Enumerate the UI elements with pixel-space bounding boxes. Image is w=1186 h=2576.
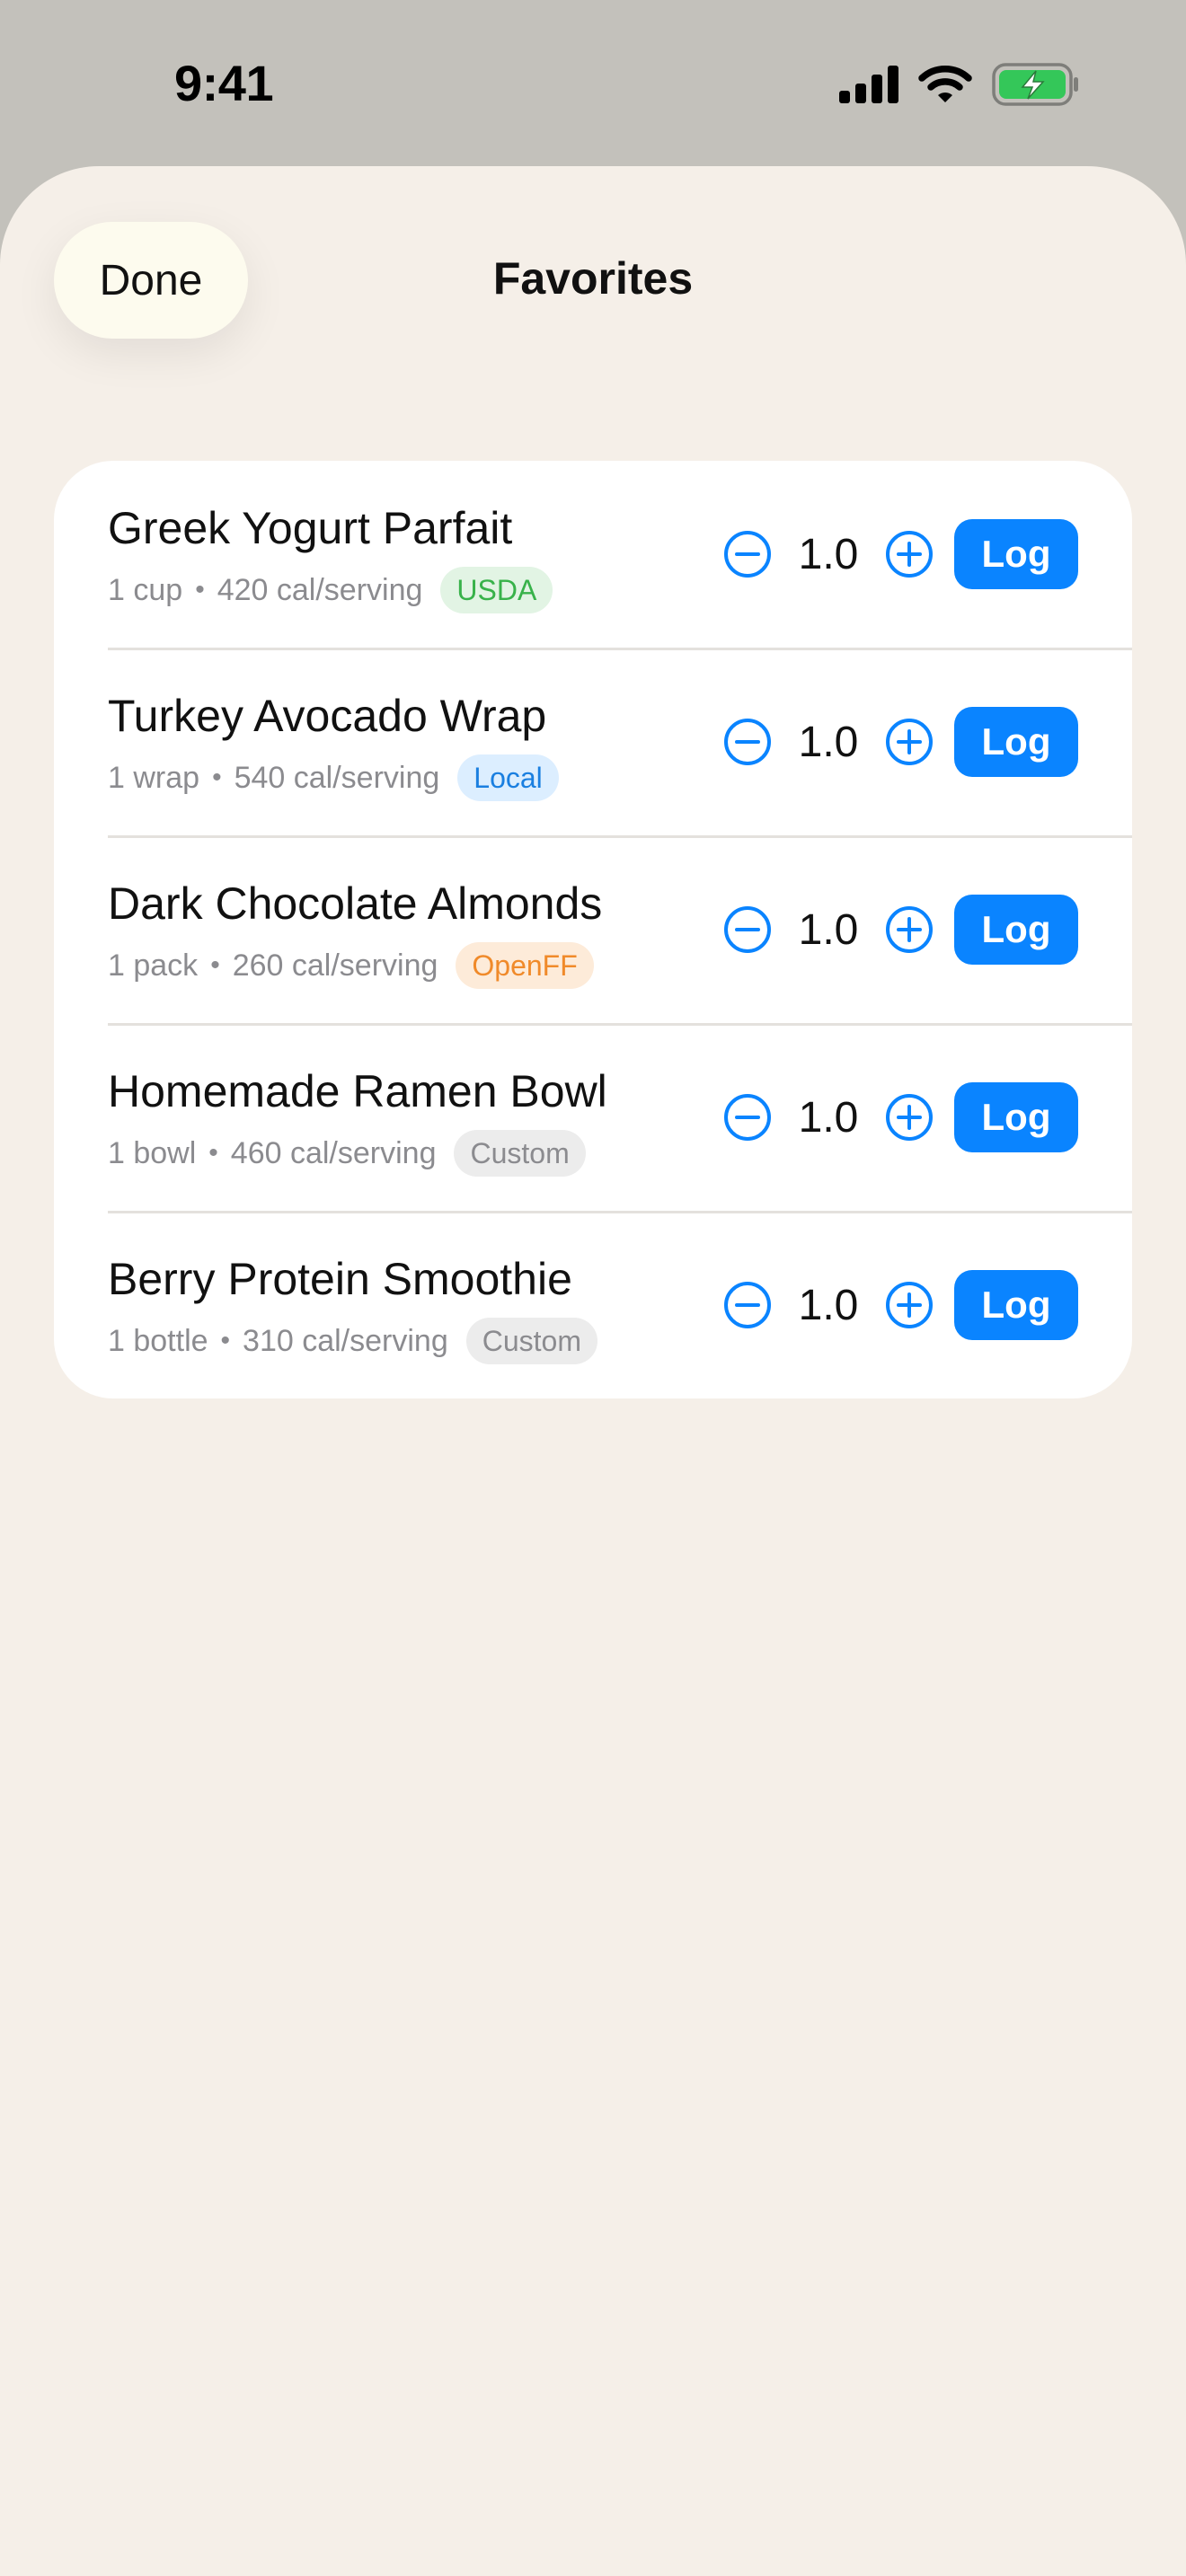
cellular-signal-icon — [839, 66, 898, 108]
calories-per-serving: 420 cal/serving — [217, 572, 423, 607]
wifi-icon — [918, 65, 972, 109]
quantity-value: 1.0 — [798, 718, 859, 766]
list-item: Greek Yogurt Parfait 1 cup • 420 cal/ser… — [108, 461, 1078, 648]
meta-separator: • — [220, 1326, 231, 1355]
log-button[interactable]: Log — [954, 1082, 1078, 1152]
calories-per-serving: 310 cal/serving — [243, 1323, 448, 1358]
quantity-value: 1.0 — [798, 905, 859, 954]
plus-circle-icon[interactable] — [884, 904, 934, 955]
food-name: Turkey Avocado Wrap — [108, 691, 547, 741]
calories-per-serving: 260 cal/serving — [232, 948, 438, 983]
page-title: Favorites — [492, 253, 694, 304]
log-button[interactable]: Log — [954, 519, 1078, 589]
battery-charging-icon — [992, 63, 1080, 110]
meta-separator: • — [212, 763, 222, 792]
plus-circle-icon[interactable] — [884, 1092, 934, 1142]
minus-circle-icon[interactable] — [722, 529, 773, 579]
quantity-value: 1.0 — [798, 530, 859, 578]
serving-size: 1 bottle — [108, 1323, 208, 1358]
quantity-stepper: 1.0 Log — [722, 1081, 1078, 1153]
favorites-list: Greek Yogurt Parfait 1 cup • 420 cal/ser… — [54, 461, 1132, 1398]
minus-circle-icon[interactable] — [722, 1280, 773, 1330]
meta-separator: • — [208, 1138, 218, 1168]
source-badge: Local — [457, 754, 559, 801]
source-badge: Custom — [454, 1130, 586, 1177]
food-meta: 1 bottle • 310 cal/serving Custom — [108, 1318, 597, 1364]
serving-size: 1 wrap — [108, 760, 200, 795]
food-meta: 1 pack • 260 cal/serving OpenFF — [108, 942, 594, 989]
minus-circle-icon[interactable] — [722, 1092, 773, 1142]
calories-per-serving: 460 cal/serving — [230, 1135, 437, 1170]
list-item: Dark Chocolate Almonds 1 pack • 260 cal/… — [108, 836, 1078, 1023]
log-button[interactable]: Log — [954, 707, 1078, 777]
quantity-stepper: 1.0 Log — [722, 706, 1078, 778]
serving-size: 1 pack — [108, 948, 199, 983]
minus-circle-icon[interactable] — [722, 904, 773, 955]
calories-per-serving: 540 cal/serving — [234, 760, 440, 795]
meta-separator: • — [195, 575, 205, 604]
meta-separator: • — [210, 950, 220, 980]
quantity-stepper: 1.0 Log — [722, 1269, 1078, 1341]
food-meta: 1 bowl • 460 cal/serving Custom — [108, 1130, 586, 1177]
list-item: Berry Protein Smoothie 1 bottle • 310 ca… — [108, 1212, 1078, 1398]
plus-circle-icon[interactable] — [884, 717, 934, 767]
status-icons — [839, 63, 1080, 110]
plus-circle-icon[interactable] — [884, 529, 934, 579]
log-button[interactable]: Log — [954, 1270, 1078, 1340]
food-name: Homemade Ramen Bowl — [108, 1066, 607, 1116]
food-name: Dark Chocolate Almonds — [108, 878, 603, 929]
source-badge: Custom — [465, 1318, 597, 1364]
plus-circle-icon[interactable] — [884, 1280, 934, 1330]
food-name: Greek Yogurt Parfait — [108, 503, 513, 553]
status-bar: 9:41 — [0, 0, 1186, 171]
minus-circle-icon[interactable] — [722, 717, 773, 767]
source-badge: USDA — [440, 567, 553, 613]
food-meta: 1 wrap • 540 cal/serving Local — [108, 754, 559, 801]
quantity-stepper: 1.0 Log — [722, 518, 1078, 590]
quantity-stepper: 1.0 Log — [722, 894, 1078, 966]
list-item: Homemade Ramen Bowl 1 bowl • 460 cal/ser… — [108, 1024, 1078, 1211]
quantity-value: 1.0 — [798, 1281, 859, 1329]
food-meta: 1 cup • 420 cal/serving USDA — [108, 567, 553, 613]
log-button[interactable]: Log — [954, 895, 1078, 965]
status-time: 9:41 — [174, 55, 274, 111]
favorites-sheet: Done Favorites Greek Yogurt Parfait 1 cu… — [0, 166, 1186, 2576]
list-item: Turkey Avocado Wrap 1 wrap • 540 cal/ser… — [108, 648, 1078, 835]
food-name: Berry Protein Smoothie — [108, 1254, 572, 1304]
serving-size: 1 bowl — [108, 1135, 197, 1170]
source-badge: OpenFF — [456, 942, 594, 989]
serving-size: 1 cup — [108, 572, 183, 607]
quantity-value: 1.0 — [798, 1093, 859, 1142]
